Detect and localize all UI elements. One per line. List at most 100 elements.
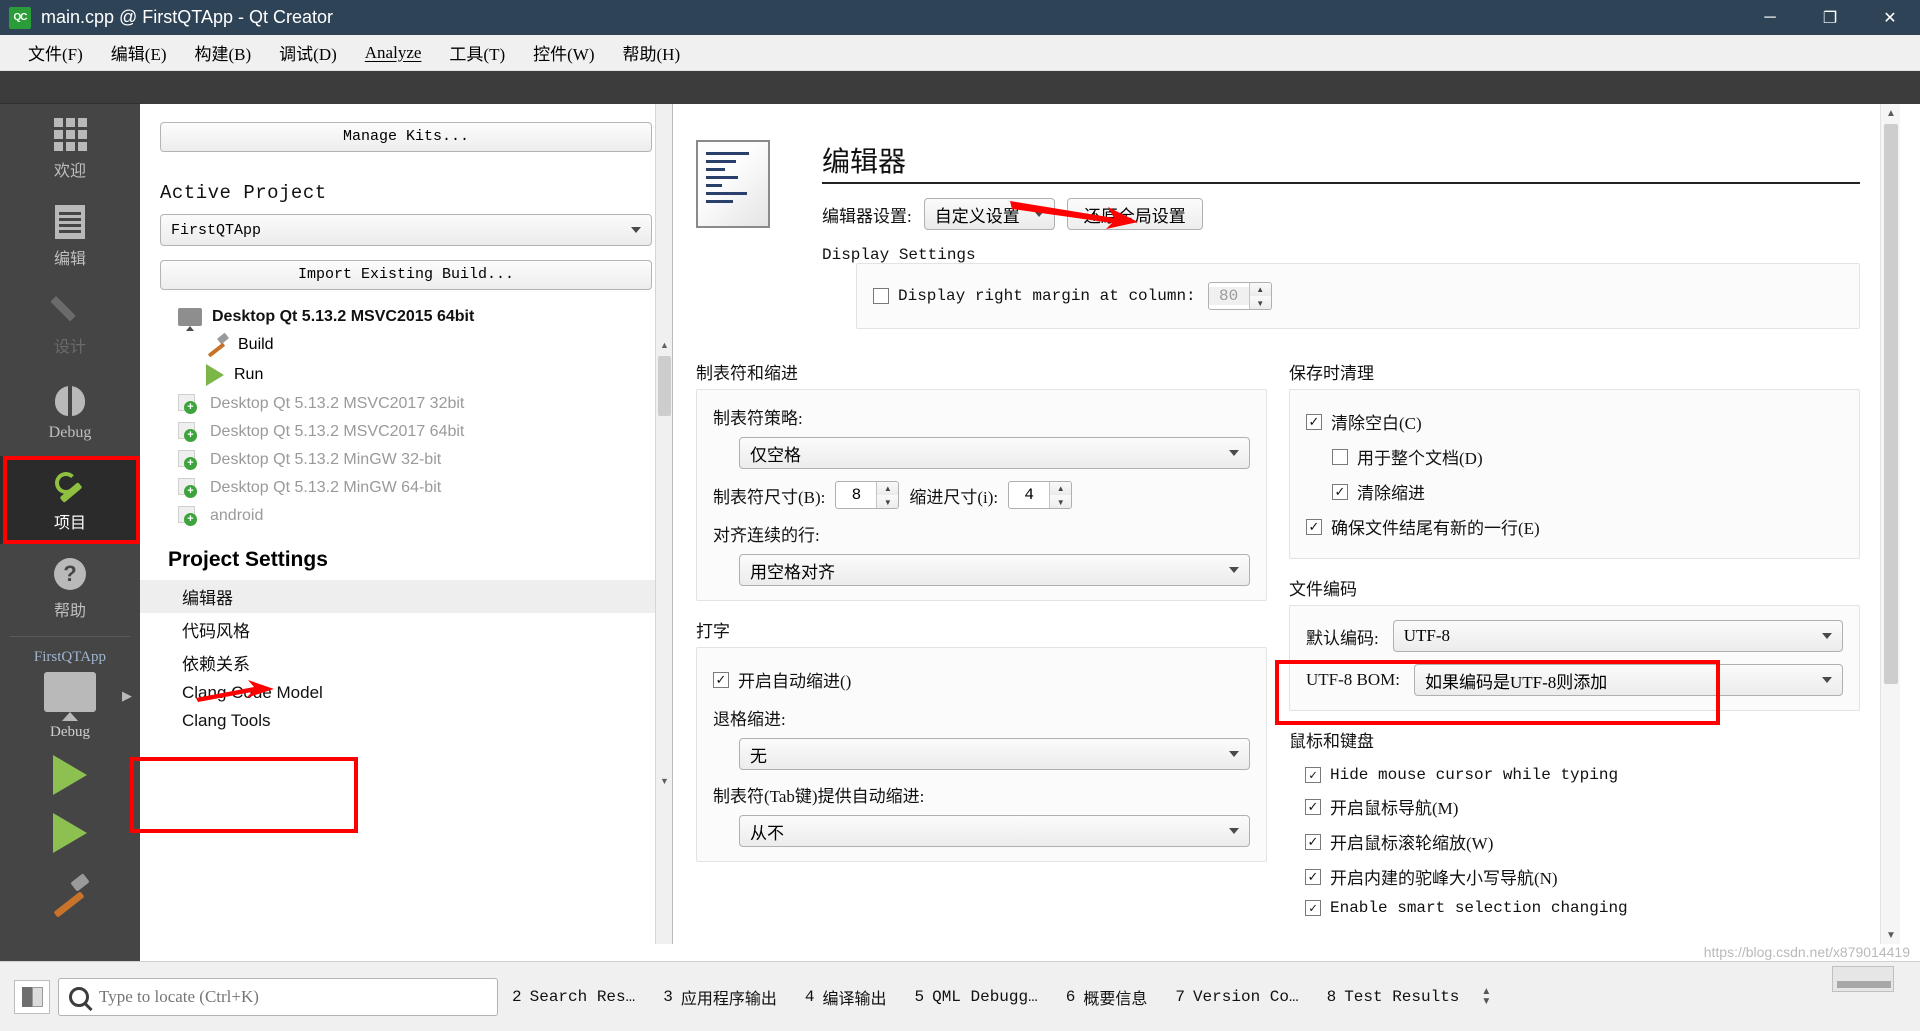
output-pane-nav-arrows[interactable]: ▲ ▼ (1481, 987, 1491, 1007)
editor-pane-scrollbar[interactable]: ▲ ▼ (1880, 104, 1900, 944)
pane-label: 概要信息 (1083, 990, 1148, 1009)
kit-row-inactive[interactable]: + Desktop Qt 5.13.2 MinGW 64-bit (140, 474, 672, 502)
menu-build[interactable]: 构建(B) (181, 36, 266, 69)
editor-settings-label: 编辑器设置: (822, 206, 912, 226)
mode-debug[interactable]: Debug (0, 368, 140, 456)
left-pane-scrollbar[interactable]: ▲ ▼ (655, 104, 672, 944)
project-settings-item-clang-code-model[interactable]: Clang Code Model (140, 679, 672, 707)
clean-indentation-checkbox[interactable]: ✓ 清除缩进 (1332, 474, 1843, 509)
scroll-down-arrow-icon[interactable]: ▼ (656, 772, 672, 789)
checkbox-box: ✓ (1305, 833, 1321, 850)
kit-row-inactive[interactable]: + Desktop Qt 5.13.2 MSVC2017 64bit (140, 418, 672, 446)
project-settings-item-clang-tools[interactable]: Clang Tools (140, 707, 672, 735)
build-button[interactable] (0, 853, 140, 915)
tab-size-value: 8 (851, 486, 862, 504)
kit-row-inactive[interactable]: + Desktop Qt 5.13.2 MSVC2017 32bit (140, 390, 672, 418)
restore-global-settings-button[interactable]: 还原全局设置 (1066, 198, 1203, 230)
kit-label: Desktop Qt 5.13.2 MSVC2015 64bit (212, 308, 475, 325)
start-debugging-button[interactable] (0, 795, 140, 853)
clean-whitespace-checkbox[interactable]: ✓ 清除空白(C) (1306, 404, 1843, 439)
scroll-thumb[interactable] (658, 356, 671, 416)
play-icon (53, 755, 87, 795)
spinner-buttons[interactable]: ▲ ▼ (1049, 482, 1072, 508)
enable-mouse-navigation-checkbox[interactable]: ✓ 开启鼠标导航(M) (1305, 789, 1844, 824)
locator-input-wrap[interactable] (58, 977, 498, 1016)
kit-row-active[interactable]: Desktop Qt 5.13.2 MSVC2015 64bit (140, 304, 672, 330)
output-pane-compile-output[interactable]: 4 编译输出 (791, 977, 901, 1017)
default-encoding-combo[interactable]: UTF-8 (1392, 620, 1843, 652)
kit-row-build[interactable]: Build (140, 330, 672, 360)
kit-row-run[interactable]: Run (140, 360, 672, 390)
right-settings-column: 保存时清理 ✓ 清除空白(C) 用于整个文档(D) ✓ 清除缩进 ✓ 确保文件结… (1289, 343, 1860, 926)
kit-row-inactive[interactable]: + android (140, 502, 672, 530)
mode-welcome[interactable]: 欢迎 (0, 104, 140, 192)
hide-mouse-cursor-checkbox[interactable]: ✓ Hide mouse cursor while typing (1305, 761, 1844, 789)
utf8-bom-combo[interactable]: 如果编码是UTF-8则添加 (1413, 664, 1843, 696)
menu-edit[interactable]: 编辑(E) (97, 36, 181, 69)
display-right-margin-checkbox[interactable]: Display right margin at column: (873, 282, 1196, 310)
menu-widgets[interactable]: 控件(W) (519, 36, 608, 69)
locator-input[interactable] (99, 986, 487, 1007)
project-settings-item-dependencies[interactable]: 依赖关系 (140, 646, 672, 679)
mode-design: 设计 (0, 280, 140, 368)
mode-projects[interactable]: 项目 (0, 456, 140, 544)
pane-label: 应用程序输出 (680, 990, 777, 1009)
output-pane-application-output[interactable]: 3 应用程序输出 (649, 977, 791, 1017)
scroll-thumb[interactable] (1884, 124, 1898, 684)
close-button[interactable]: ✕ (1860, 0, 1920, 35)
output-pane-version-control[interactable]: 7 Version Co… (1161, 977, 1312, 1017)
backspace-indent-combo[interactable]: 无 (739, 738, 1250, 770)
output-pane-test-results[interactable]: 8 Test Results (1313, 977, 1474, 1017)
scroll-up-arrow-icon[interactable]: ▲ (1881, 104, 1900, 122)
kit-row-inactive[interactable]: + Desktop Qt 5.13.2 MinGW 32-bit (140, 446, 672, 474)
qt-creator-window: QC main.cpp @ FirstQTApp - Qt Creator ─ … (0, 0, 1920, 1031)
import-existing-build-button[interactable]: Import Existing Build... (160, 260, 652, 290)
nav-down-arrow-icon[interactable]: ▼ (1481, 997, 1491, 1007)
tab-key-indent-combo[interactable]: 从不 (739, 815, 1250, 847)
spinner-buttons[interactable]: ▲ ▼ (876, 482, 899, 508)
menu-help[interactable]: 帮助(H) (609, 36, 695, 69)
in-entire-document-checkbox[interactable]: 用于整个文档(D) (1332, 439, 1843, 474)
kit-selector[interactable]: ▶ Debug (0, 666, 140, 741)
auto-indent-checkbox[interactable]: ✓ 开启自动缩进() (713, 662, 1250, 697)
play-debug-icon (53, 813, 87, 853)
menu-file[interactable]: 文件(F) (14, 36, 97, 69)
scroll-down-arrow-icon[interactable]: ▼ (1881, 926, 1900, 944)
output-pane-general-messages[interactable]: 6 概要信息 (1052, 977, 1162, 1017)
menu-analyze[interactable]: Analyze (351, 39, 436, 67)
enable-camel-case-navigation-checkbox[interactable]: ✓ 开启内建的驼峰大小写导航(N) (1305, 859, 1844, 894)
scroll-up-arrow-icon[interactable]: ▲ (656, 336, 672, 353)
page-title: 编辑器 (822, 147, 907, 178)
nav-up-arrow-icon[interactable]: ▲ (1481, 987, 1491, 997)
ensure-newline-at-eof-checkbox[interactable]: ✓ 确保文件结尾有新的一行(E) (1306, 509, 1843, 544)
menu-tools[interactable]: 工具(T) (435, 36, 519, 69)
checkbox-box: ✓ (1332, 483, 1348, 500)
editor-settings-combo[interactable]: 自定义设置 (923, 198, 1055, 230)
enable-smart-selection-checkbox[interactable]: ✓ Enable smart selection changing (1305, 894, 1844, 922)
align-continuation-combo[interactable]: 用空格对齐 (739, 554, 1250, 586)
run-button[interactable] (0, 741, 140, 795)
maximize-button[interactable]: ❐ (1800, 0, 1860, 35)
enable-scroll-wheel-zoom-checkbox[interactable]: ✓ 开启鼠标滚轮缩放(W) (1305, 824, 1844, 859)
kit-expand-arrow-icon[interactable]: ▶ (122, 688, 132, 704)
menu-debug[interactable]: 调试(D) (265, 36, 351, 69)
indent-size-spinner[interactable]: 4 ▲ ▼ (1008, 481, 1073, 509)
active-project-combo[interactable]: FirstQTApp (160, 214, 652, 246)
project-settings-item-code-style[interactable]: 代码风格 (140, 613, 672, 646)
checkbox-box: ✓ (1305, 868, 1321, 885)
manage-kits-button[interactable]: Manage Kits... (160, 122, 652, 152)
tab-size-spinner[interactable]: 8 ▲ ▼ (835, 481, 900, 509)
toggle-sidebar-button[interactable] (14, 979, 50, 1014)
mode-bar-divider (10, 636, 130, 637)
right-margin-column-spinner[interactable]: 80 ▲ ▼ (1207, 282, 1272, 310)
project-settings-item-editor[interactable]: 编辑器 (140, 580, 672, 613)
tab-policy-combo[interactable]: 仅空格 (739, 437, 1250, 469)
output-pane-search-results[interactable]: 2 Search Res… (498, 977, 649, 1017)
chevron-down-icon (631, 227, 641, 233)
minimize-button[interactable]: ─ (1740, 0, 1800, 35)
output-pane-qml-debugger[interactable]: 5 QML Debugg… (900, 977, 1051, 1017)
spinner-buttons[interactable]: ▲ ▼ (1248, 283, 1271, 309)
mode-help[interactable]: ? 帮助 (0, 544, 140, 632)
mode-edit[interactable]: 编辑 (0, 192, 140, 280)
mouse-keyboard-item-label: 开启鼠标导航(M) (1330, 799, 1459, 818)
